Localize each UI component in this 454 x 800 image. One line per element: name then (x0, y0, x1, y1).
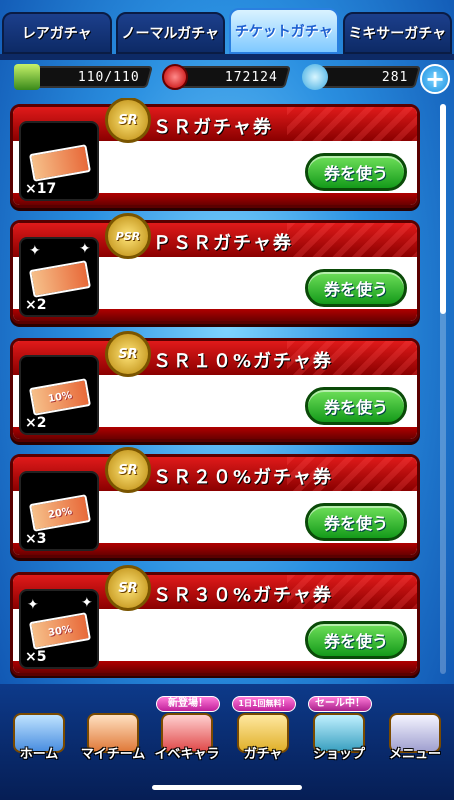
ticket-title: ＰＳＲガチャ券 (153, 233, 293, 254)
ticket-card-sr30: SR ＳＲ３０%ガチャ券 ✦ ✦ 30% ×5 券を使う (10, 565, 420, 676)
nav-gacha[interactable]: 1日1回無料！ ガチャ (228, 696, 298, 762)
gem-icon (302, 64, 328, 90)
ticket-icon: 30% (29, 612, 91, 650)
sr-badge-icon: SR (105, 447, 151, 493)
use-ticket-button[interactable]: 券を使う (305, 269, 407, 307)
currency-bar: 110/110 172124 281 + (0, 62, 454, 94)
bottom-nav: ホーム マイチーム 新登場！ イベキャラ 1日1回無料！ ガチャ セール中！ シ… (0, 690, 454, 770)
scrollbar-thumb[interactable] (440, 104, 446, 314)
ticket-icon (29, 144, 91, 182)
ticket-card-sr20: SR ＳＲ２０%ガチャ券 20% ×3 券を使う (10, 447, 420, 558)
use-ticket-button[interactable]: 券を使う (305, 153, 407, 191)
ticket-card-sr10: SR ＳＲ１０%ガチャ券 10% ×2 券を使う (10, 331, 420, 442)
coin-icon (162, 64, 188, 90)
use-ticket-button[interactable]: 券を使う (305, 621, 407, 659)
sr-badge-icon: SR (105, 565, 151, 611)
sr-badge-icon: SR (105, 98, 151, 143)
ticket-thumbnail: ✦ ✦ ×2 (19, 237, 99, 317)
sale-badge: セール中！ (308, 696, 372, 712)
use-ticket-button[interactable]: 券を使う (305, 503, 407, 541)
coin-value: 172124 (225, 69, 278, 85)
tab-normal-gacha[interactable]: ノーマルガチャ (115, 12, 225, 54)
sr-badge-icon: SR (105, 331, 151, 377)
nav-event-chara[interactable]: 新登場！ イベキャラ (152, 696, 222, 762)
ticket-count: ×3 (25, 531, 47, 547)
ticket-thumbnail: ✦ ✦ 30% ×5 (19, 589, 99, 669)
tab-ticket-gacha[interactable]: チケットガチャ (229, 8, 339, 54)
nav-label: メニュー (388, 747, 441, 762)
free-badge: 1日1回無料！ (232, 696, 296, 712)
tab-mixer-gacha[interactable]: ミキサーガチャ (342, 12, 452, 54)
sparkle-icon: ✦ (27, 597, 39, 613)
stamina-value: 110/110 (78, 69, 140, 85)
ticket-thumbnail: ×17 (19, 121, 99, 201)
ticket-count: ×5 (25, 649, 47, 665)
nav-label: ショップ (312, 747, 365, 762)
ticket-icon (29, 260, 91, 298)
nav-label: ホーム (19, 747, 59, 762)
use-ticket-button[interactable]: 券を使う (305, 387, 407, 425)
new-badge: 新登場！ (156, 696, 220, 712)
nav-home[interactable]: ホーム (4, 702, 74, 762)
tab-rare-gacha[interactable]: レアガチャ (2, 12, 112, 54)
sparkle-icon: ✦ (29, 243, 41, 259)
tab-divider (0, 54, 454, 60)
ticket-thumbnail: 10% ×2 (19, 355, 99, 435)
ticket-title: ＳＲ３０%ガチャ券 (153, 585, 333, 606)
nav-label: イベキャラ (154, 747, 220, 762)
ticket-count: ×2 (25, 415, 47, 431)
ticket-count: ×17 (25, 181, 57, 197)
nav-label: マイチーム (80, 747, 146, 762)
gem-value: 281 (381, 69, 408, 85)
ticket-icon: 10% (29, 378, 91, 416)
stamina-icon (14, 64, 40, 90)
nav-menu[interactable]: メニュー (380, 702, 450, 762)
add-gems-button[interactable]: + (420, 64, 450, 94)
ticket-title: ＳＲ２０%ガチャ券 (153, 467, 333, 488)
home-indicator[interactable] (152, 785, 302, 790)
ticket-title: ＳＲガチャ券 (153, 117, 273, 138)
sparkle-icon: ✦ (79, 241, 91, 257)
ticket-list[interactable]: SR ＳＲガチャ券 ×17 券を使う PSR ＰＳＲガチャ券 ✦ ✦ ×2 券を… (10, 98, 422, 678)
ticket-thumbnail: 20% ×3 (19, 471, 99, 551)
psr-badge-icon: PSR (105, 213, 151, 259)
ticket-card-psr: PSR ＰＳＲガチャ券 ✦ ✦ ×2 券を使う (10, 213, 420, 324)
gacha-tabs: レアガチャ ノーマルガチャ チケットガチャ ミキサーガチャ (0, 8, 454, 54)
ticket-title: ＳＲ１０%ガチャ券 (153, 351, 333, 372)
ticket-card-sr: SR ＳＲガチャ券 ×17 券を使う (10, 98, 420, 208)
nav-shop[interactable]: セール中！ ショップ (304, 696, 374, 762)
ticket-icon: 20% (29, 494, 91, 532)
nav-my-team[interactable]: マイチーム (78, 702, 148, 762)
nav-label: ガチャ (243, 747, 283, 762)
sparkle-icon: ✦ (81, 595, 93, 611)
ticket-count: ×2 (25, 297, 47, 313)
